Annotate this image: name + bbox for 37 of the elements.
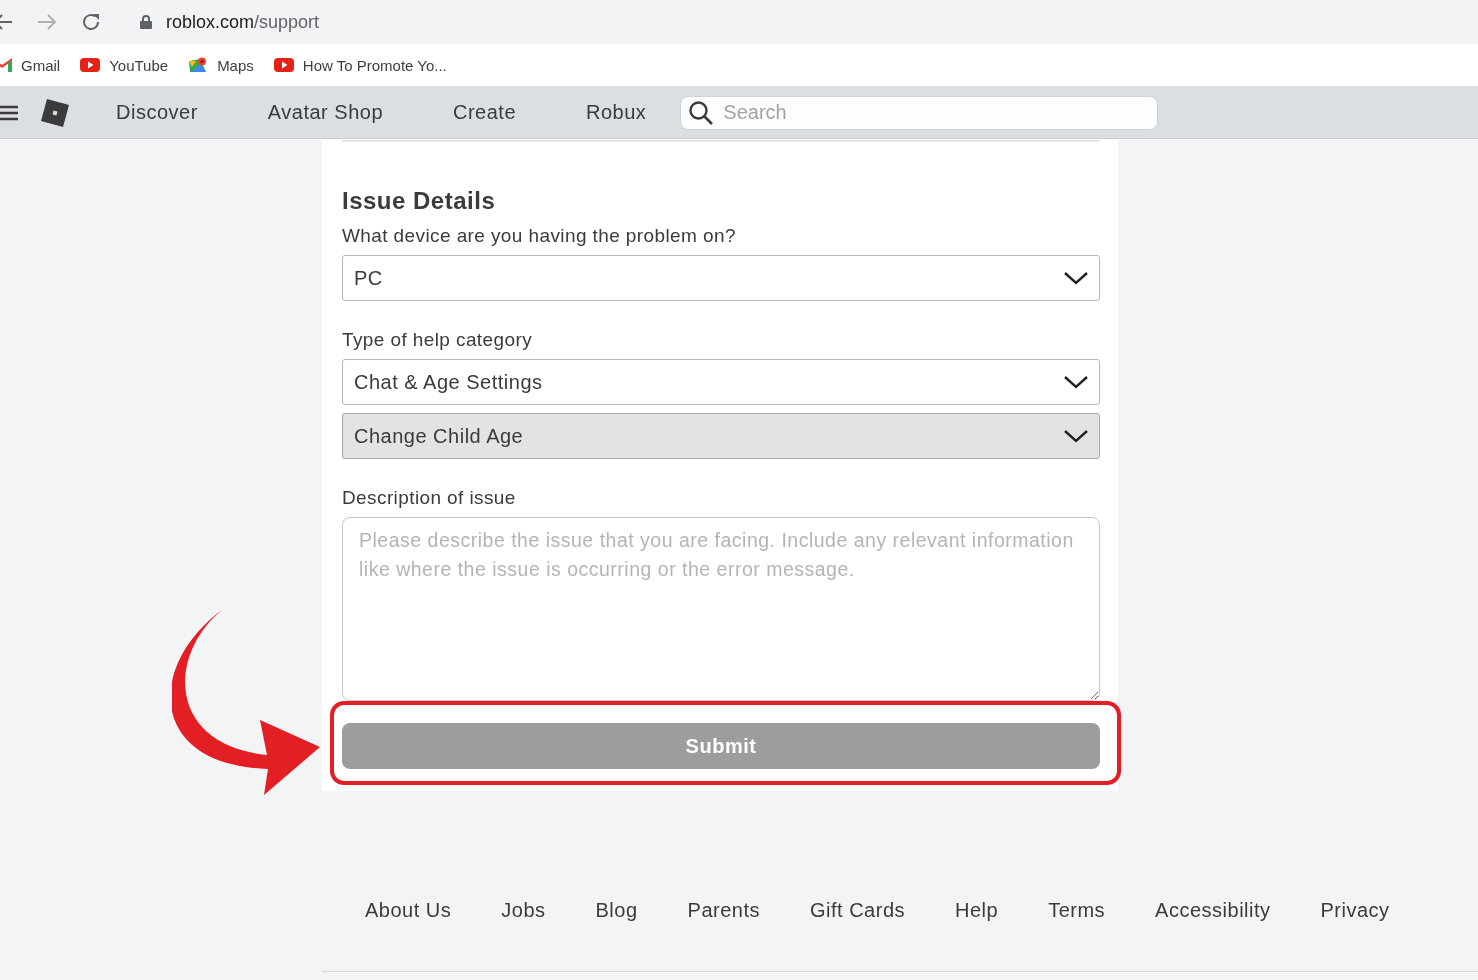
footer-link[interactable]: Privacy — [1320, 892, 1390, 971]
bookmark-link[interactable]: Maps — [217, 56, 254, 74]
bookmark-link[interactable]: YouTube — [109, 56, 169, 74]
footer-link[interactable]: Jobs — [501, 892, 546, 971]
footer-link[interactable]: Parents — [687, 892, 760, 971]
bookmark-link[interactable]: Gmail — [21, 56, 61, 74]
footer-link[interactable]: Terms — [1048, 892, 1106, 971]
caret-icon — [1063, 270, 1089, 286]
play-icon — [273, 57, 294, 73]
play-icon — [80, 57, 101, 73]
nav-link[interactable]: Avatar Shop — [267, 101, 383, 124]
field-label: Description of issue — [342, 487, 517, 509]
dropdown[interactable]: Chat & Age Settings — [342, 359, 1100, 405]
map-pin-icon — [188, 57, 209, 73]
nav-link[interactable]: Discover — [116, 101, 198, 124]
nav-link[interactable]: Robux — [586, 101, 647, 124]
search-icon — [688, 99, 715, 126]
footer-link[interactable]: Gift Cards — [810, 892, 905, 971]
lock-icon — [140, 15, 152, 29]
description-field[interactable]: Please describe the issue that you are facing. Include any relevant information like where the issue is occurring or the error message. — [342, 517, 1100, 701]
logo-icon[interactable] — [40, 97, 70, 128]
footer-link[interactable]: About Us — [365, 892, 452, 971]
caret-icon — [1063, 374, 1089, 390]
reload-icon[interactable] — [80, 11, 102, 33]
footer-link[interactable]: Help — [955, 892, 999, 971]
bookmark-link[interactable]: How To Promote Yo... — [302, 56, 447, 74]
menu-icon[interactable] — [0, 104, 18, 121]
search-field[interactable]: Search — [680, 95, 1159, 130]
field-label: Type of help category — [342, 329, 534, 351]
field-label: What device are you having the problem on? — [342, 225, 737, 247]
nav-link[interactable]: Create — [453, 101, 517, 124]
dropdown[interactable]: PC — [342, 255, 1100, 301]
address-bar-url[interactable]: roblox.com/support — [166, 11, 320, 33]
footer-link[interactable]: Blog — [595, 892, 638, 971]
caret-icon — [1063, 428, 1089, 444]
section-heading: Issue Details — [342, 187, 497, 215]
footer-link[interactable]: Accessibility — [1155, 892, 1271, 971]
